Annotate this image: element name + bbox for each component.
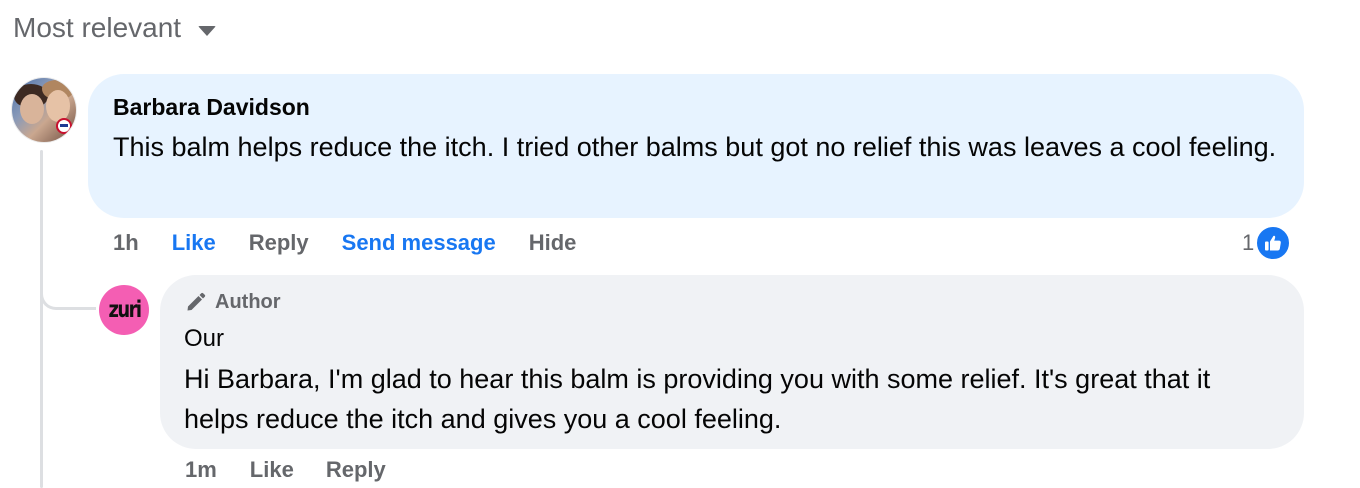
comment-timestamp[interactable]: 1h [113, 230, 139, 256]
sort-label: Most relevant [13, 12, 182, 43]
reply-bubble: Author Our Hi Barbara, I'm glad to hear … [160, 275, 1304, 449]
reaction-summary[interactable]: 1 [1242, 225, 1292, 261]
author-badge-label: Author [215, 290, 281, 313]
comment-text: This balm helps reduce the itch. I tried… [113, 132, 1277, 162]
author-badge: Author [184, 289, 1280, 315]
reply-text: Hi Barbara, I'm glad to hear this balm i… [184, 364, 1211, 434]
author-avatar[interactable]: zuri [99, 285, 149, 335]
reply-reply-button[interactable]: Reply [326, 457, 386, 483]
reply-like-button[interactable]: Like [250, 457, 294, 483]
comment-bubble: Barbara Davidson This balm helps reduce … [88, 74, 1304, 218]
avatar[interactable] [12, 78, 76, 142]
reply-actions: 1m Like Reply [185, 456, 386, 484]
comment-actions: 1h Like Reply Send message Hide [113, 229, 576, 257]
thread-line [40, 150, 43, 488]
avatar-logo-text: zuri [108, 297, 142, 323]
like-button[interactable]: Like [172, 230, 216, 256]
sort-dropdown[interactable]: Most relevant [13, 12, 217, 44]
caret-down-icon [198, 26, 217, 36]
reply-author[interactable]: Our [184, 325, 1280, 353]
thumbs-up-icon [1255, 225, 1292, 261]
pencil-icon [187, 292, 206, 311]
send-message-button[interactable]: Send message [342, 230, 496, 256]
hide-button[interactable]: Hide [529, 230, 577, 256]
reply-button[interactable]: Reply [249, 230, 309, 256]
reply-connector [40, 256, 96, 310]
reply-timestamp[interactable]: 1m [185, 457, 217, 483]
reaction-count: 1 [1242, 230, 1255, 255]
comment-author[interactable]: Barbara Davidson [113, 93, 1280, 121]
profile-frame-badge-icon [56, 118, 72, 134]
